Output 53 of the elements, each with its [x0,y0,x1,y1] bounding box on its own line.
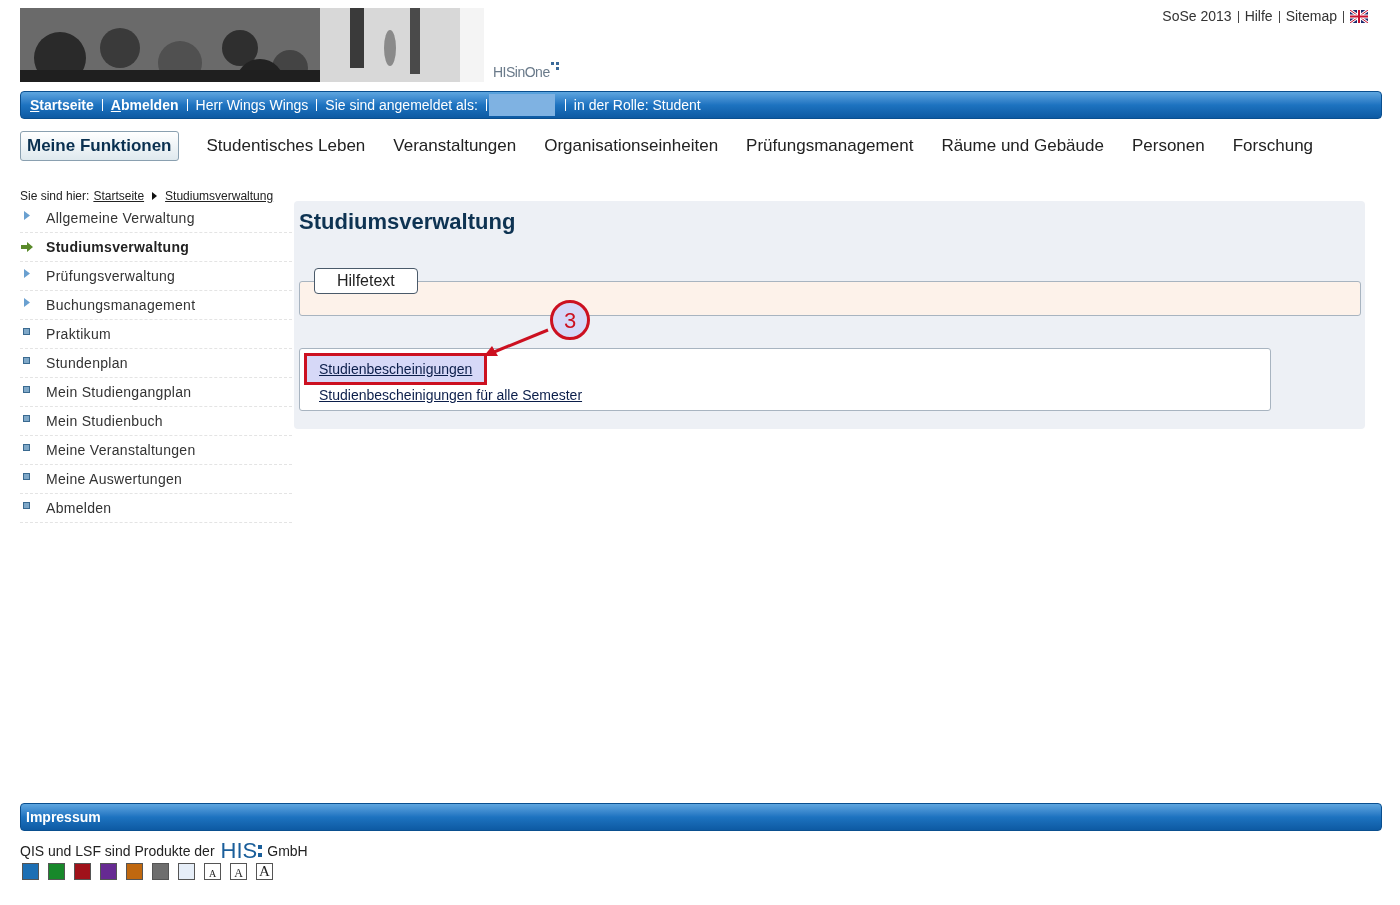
font-size-button[interactable]: A [204,863,221,880]
breadcrumb-link[interactable]: Startseite [93,187,145,205]
sidebar-item[interactable]: Mein Studienbuch [46,410,163,432]
font-size-button[interactable]: A [230,863,247,880]
logo: HISinOne [493,62,559,83]
sidebar-item[interactable]: Allgemeine Verwaltung [46,207,195,229]
breadcrumb-link[interactable]: Studiumsverwaltung [165,187,274,205]
content-link[interactable]: Studienbescheinigungen für alle Semester [319,385,583,405]
nav-tab[interactable]: Veranstaltungen [393,131,517,161]
nav-tab[interactable]: Meine Funktionen [20,131,179,161]
page-title: Studiumsverwaltung [299,209,517,235]
color-swatch[interactable] [22,863,39,880]
content-link[interactable]: Studienbescheinigungen [304,353,488,385]
semester-label: SoSe 2013 [1162,7,1232,26]
bar-text: Sie sind angemeldet als: [325,95,478,115]
breadcrumb-label: Sie sind hier: [20,188,90,205]
top-link[interactable]: Hilfe [1244,6,1273,27]
help-legend[interactable]: Hilfetext [314,268,418,294]
color-swatch[interactable] [152,863,169,880]
color-swatch[interactable] [178,863,195,880]
impressum-link[interactable]: Impressum [26,806,101,828]
nav-tab[interactable]: Prüfungsmanagement [746,131,914,161]
footer-text: QIS und LSF sind Produkte der [20,842,215,861]
color-swatch[interactable] [126,863,143,880]
color-swatch[interactable] [48,863,65,880]
nav-tab[interactable]: Organisationseinheiten [544,131,719,161]
sidebar-item[interactable]: Buchungsmanagement [46,294,196,316]
color-swatch[interactable] [100,863,117,880]
sidebar-item[interactable]: Meine Auswertungen [46,468,183,490]
font-size-button[interactable]: A [256,863,273,880]
sidebar-item[interactable]: Praktikum [46,323,111,345]
sidebar-item[interactable]: Abmelden [46,497,112,519]
sidebar-item[interactable]: Meine Veranstaltungen [46,439,196,461]
bar-link[interactable]: Abmelden [110,94,179,116]
sidebar-item[interactable]: Stundenplan [46,352,128,374]
nav-tab[interactable]: Personen [1131,131,1205,161]
blurred-area [488,94,555,116]
sidebar-item[interactable]: Prüfungsverwaltung [46,265,176,287]
his-logo: HIS [220,840,264,862]
bar-text: in der Rolle: Student [573,95,701,115]
color-swatch[interactable] [74,863,91,880]
sidebar-item[interactable]: Studiumsverwaltung [46,236,190,258]
callout-badge: 3 [550,300,590,340]
breadcrumb-arrow-icon [152,192,158,200]
bar-link[interactable]: Startseite [30,94,94,116]
sidebar-item[interactable]: Mein Studiengangplan [46,381,192,403]
nav-tab[interactable]: Forschung [1232,131,1314,161]
bar-text: Herr Wings Wings [195,95,309,115]
company-text: GmbH [267,842,308,861]
nav-tab[interactable]: Räume und Gebäude [941,131,1104,161]
flag-icon[interactable] [1350,10,1368,23]
top-link[interactable]: Sitemap [1285,6,1337,27]
nav-tab[interactable]: Studentisches Leben [206,131,366,161]
